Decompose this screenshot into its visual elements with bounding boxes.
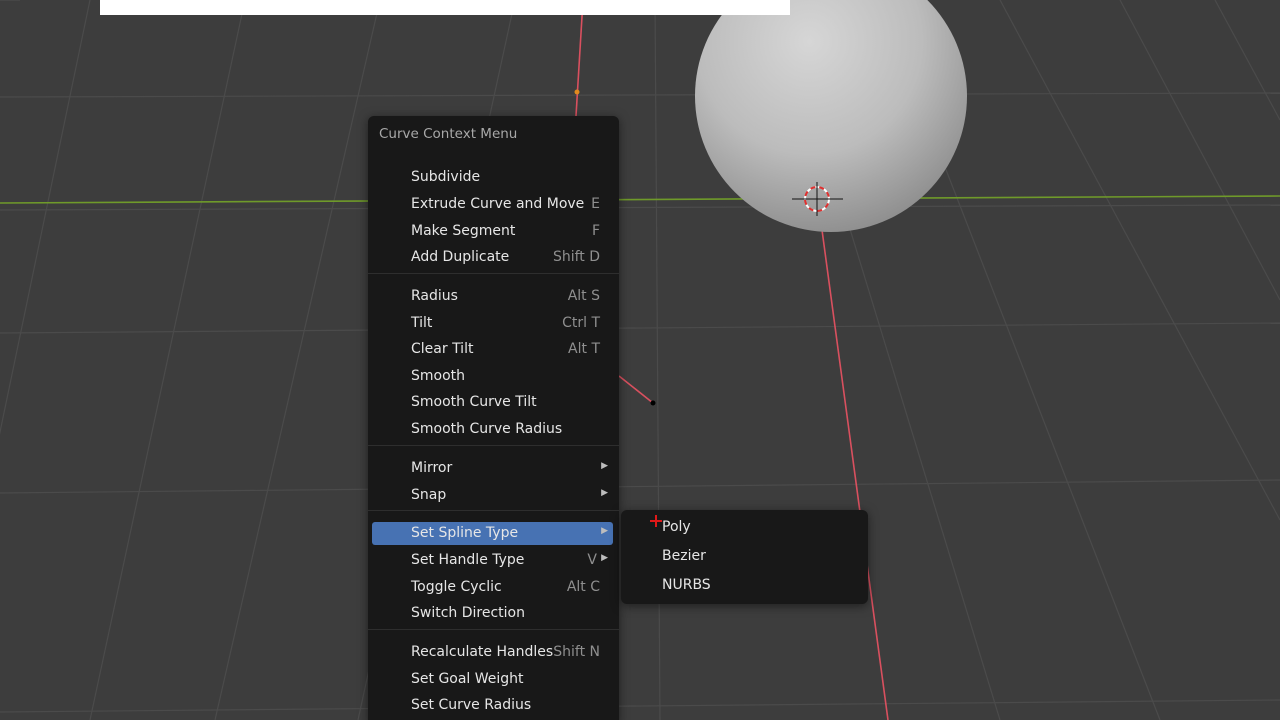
menu-item-toggle-cyclic[interactable]: Toggle Cyclic Alt C xyxy=(372,576,613,599)
menu-item-label: Make Segment xyxy=(411,223,516,239)
crosshair-cursor-icon xyxy=(650,515,662,527)
menu-item-snap[interactable]: Snap ▶ xyxy=(372,484,613,507)
x-axis-line-upper xyxy=(575,0,584,117)
menu-item-shortcut: E xyxy=(591,196,600,212)
menu-item-radius[interactable]: Radius Alt S xyxy=(372,285,613,308)
grid-line xyxy=(1119,0,1280,301)
menu-item-switch-direction[interactable]: Switch Direction xyxy=(372,602,613,625)
menu-item-label: Set Goal Weight xyxy=(411,671,524,687)
viewport-scene xyxy=(0,0,1280,720)
menu-item-label: Tilt xyxy=(411,315,433,331)
menu-item-label: Set Curve Radius xyxy=(411,697,532,713)
menu-item-label: Set Spline Type xyxy=(411,525,519,541)
menu-item-shortcut: V xyxy=(587,552,597,568)
y-axis-line xyxy=(0,195,1280,204)
menu-item-set-spline-type[interactable]: Set Spline Type ▶ xyxy=(372,522,613,545)
triangle-right-icon: ▶ xyxy=(601,488,608,498)
submenu-item-bezier[interactable]: Bezier xyxy=(625,545,864,569)
menu-item-shortcut: Alt C xyxy=(566,579,600,595)
menu-item-mirror[interactable]: Mirror ▶ xyxy=(372,457,613,480)
grid-line xyxy=(0,0,91,435)
menu-item-shortcut: Alt T xyxy=(568,341,600,357)
grid-line xyxy=(1214,0,1280,121)
grid-line xyxy=(0,479,1280,494)
menu-item-label: Toggle Cyclic xyxy=(411,579,502,595)
menu-item-clear-tilt[interactable]: Clear Tilt Alt T xyxy=(372,338,613,361)
menu-item-label: Add Duplicate xyxy=(411,249,510,265)
menu-item-label: Snap xyxy=(411,487,447,503)
submenu-item-label: Bezier xyxy=(662,548,706,564)
menu-item-label: Smooth xyxy=(411,368,466,384)
menu-item-tilt[interactable]: Tilt Ctrl T xyxy=(372,312,613,335)
menu-item-smooth[interactable]: Smooth xyxy=(372,365,613,388)
curve-segment[interactable] xyxy=(618,375,654,404)
menu-item-make-segment[interactable]: Make Segment F xyxy=(372,220,613,243)
menu-item-label: Mirror xyxy=(411,460,453,476)
submenu-item-nurbs[interactable]: NURBS xyxy=(625,574,864,598)
curve-context-menu: Curve Context Menu Subdivide Extrude Curv… xyxy=(368,116,619,720)
menu-item-set-goal-weight[interactable]: Set Goal Weight xyxy=(372,668,613,691)
menu-item-label: Recalculate Handles xyxy=(411,644,554,660)
menu-item-add-duplicate[interactable]: Add Duplicate Shift D xyxy=(372,246,613,269)
menu-item-label: Set Handle Type xyxy=(411,552,525,568)
curve-point[interactable] xyxy=(650,400,656,406)
menu-item-label: Subdivide xyxy=(411,169,481,185)
grid-line xyxy=(214,0,381,720)
menu-separator xyxy=(368,445,619,446)
menu-item-subdivide[interactable]: Subdivide xyxy=(372,166,613,189)
menu-separator xyxy=(368,510,619,511)
menu-item-shortcut: Alt S xyxy=(567,288,600,304)
grid-line xyxy=(89,0,246,720)
grid-line xyxy=(654,0,661,720)
menu-item-smooth-curve-radius[interactable]: Smooth Curve Radius xyxy=(372,418,613,441)
menu-item-shortcut: Shift N xyxy=(553,644,600,660)
menu-item-label: Radius xyxy=(411,288,458,304)
floor-grid xyxy=(0,0,1280,720)
menu-item-label: Extrude Curve and Move xyxy=(411,196,585,212)
menu-item-shortcut: F xyxy=(591,223,600,239)
menu-item-recalculate-handles[interactable]: Recalculate Handles Shift N xyxy=(372,641,613,664)
menu-item-label: Switch Direction xyxy=(411,605,525,621)
menu-separator xyxy=(368,629,619,630)
menu-item-set-curve-radius[interactable]: Set Curve Radius xyxy=(372,694,613,717)
menu-separator xyxy=(368,273,619,274)
triangle-right-icon: ▶ xyxy=(601,526,608,536)
submenu-item-label: Poly xyxy=(662,519,691,535)
grid-line xyxy=(999,0,1280,521)
top-white-bar xyxy=(100,0,790,15)
menu-title: Curve Context Menu xyxy=(379,126,518,142)
grid-line xyxy=(0,322,1280,334)
triangle-right-icon: ▶ xyxy=(601,553,608,563)
menu-item-smooth-curve-tilt[interactable]: Smooth Curve Tilt xyxy=(372,391,613,414)
menu-item-set-handle-type[interactable]: Set Handle Type V ▶ xyxy=(372,549,613,572)
3d-viewport[interactable]: Curve Context Menu Subdivide Extrude Curv… xyxy=(0,0,1280,720)
grid-line xyxy=(0,92,1280,98)
triangle-right-icon: ▶ xyxy=(601,461,608,471)
grid-line xyxy=(0,204,1280,211)
submenu-item-label: NURBS xyxy=(662,577,711,593)
menu-item-shortcut: Shift D xyxy=(552,249,600,265)
x-axis-line-lower xyxy=(821,229,889,720)
menu-item-shortcut: Ctrl T xyxy=(562,315,600,331)
menu-item-extrude-curve-and-move[interactable]: Extrude Curve and Move E xyxy=(372,193,613,216)
menu-item-label: Clear Tilt xyxy=(411,341,474,357)
curve-point-orange[interactable] xyxy=(574,89,580,95)
menu-item-label: Smooth Curve Radius xyxy=(411,421,563,437)
menu-item-label: Smooth Curve Tilt xyxy=(411,394,537,410)
grid-line xyxy=(0,699,1280,713)
